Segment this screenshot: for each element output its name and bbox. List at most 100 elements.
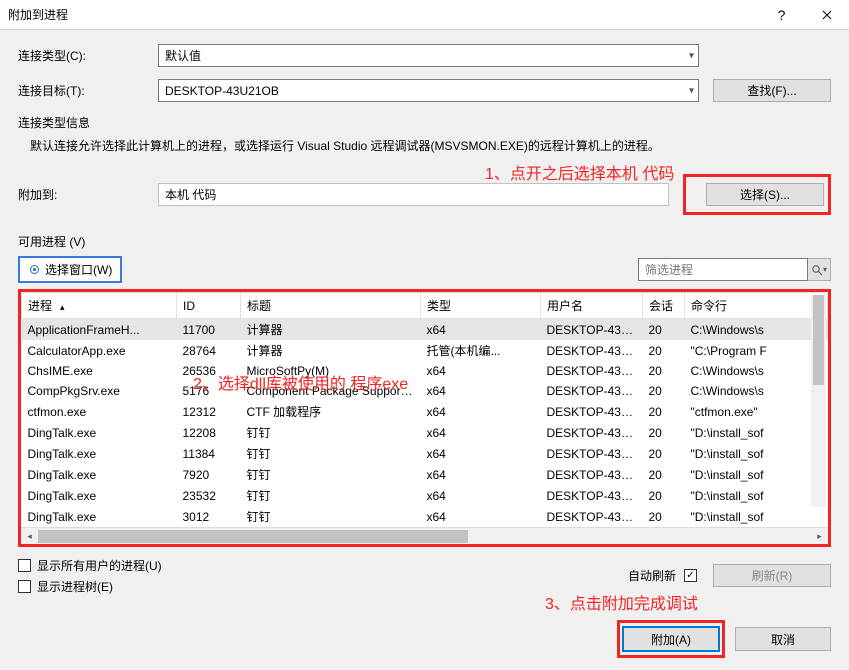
cell-user: DESKTOP-43U21O... [541, 443, 643, 464]
process-table-highlight: 进程▴ ID 标题 类型 用户名 会话 命令行 ApplicationFrame… [18, 289, 831, 547]
attach-to-label: 附加到: [18, 186, 158, 203]
table-row[interactable]: DingTalk.exe12208钉钉x64DESKTOP-43U21O...2… [22, 422, 828, 443]
col-type[interactable]: 类型 [421, 293, 541, 319]
find-button[interactable]: 查找(F)... [713, 79, 831, 102]
cell-type: x64 [421, 381, 541, 401]
table-row[interactable]: CompPkgSrv.exe5176Component Package Supp… [22, 381, 828, 401]
cell-cmd: C:\Windows\s [685, 361, 828, 381]
cell-process: DingTalk.exe [22, 485, 177, 506]
cell-id: 7920 [177, 464, 241, 485]
cell-process: CalculatorApp.exe [22, 340, 177, 361]
attach-to-field: 本机 代码 [158, 183, 669, 206]
col-cmdline[interactable]: 命令行 [685, 293, 828, 319]
table-row[interactable]: DingTalk.exe3012钉钉x64DESKTOP-43U21O...20… [22, 506, 828, 527]
search-button[interactable]: ▾ [808, 258, 831, 281]
horizontal-scrollbar[interactable]: ◂ ▸ [21, 527, 828, 544]
table-row[interactable]: DingTalk.exe23532钉钉x64DESKTOP-43U21O...2… [22, 485, 828, 506]
cell-type: x64 [421, 361, 541, 381]
cell-process: CompPkgSrv.exe [22, 381, 177, 401]
cell-process: DingTalk.exe [22, 443, 177, 464]
connection-target-label: 连接目标(T): [18, 82, 158, 99]
cell-type: 托管(本机编... [421, 340, 541, 361]
table-header-row[interactable]: 进程▴ ID 标题 类型 用户名 会话 命令行 [22, 293, 828, 319]
cell-id: 11700 [177, 319, 241, 341]
cell-cmd: "D:\install_sof [685, 506, 828, 527]
table-row[interactable]: CalculatorApp.exe28764计算器托管(本机编...DESKTO… [22, 340, 828, 361]
attach-button[interactable]: 附加(A) [623, 627, 719, 651]
refresh-button[interactable]: 刷新(R) [713, 564, 831, 587]
cell-cmd: "C:\Program F [685, 340, 828, 361]
cell-type: x64 [421, 464, 541, 485]
cell-cmd: "D:\install_sof [685, 485, 828, 506]
show-process-tree-checkbox[interactable] [18, 580, 31, 593]
cell-type: x64 [421, 443, 541, 464]
cell-user: DESKTOP-43U21O... [541, 319, 643, 341]
cell-process: ChsIME.exe [22, 361, 177, 381]
cell-user: DESKTOP-43U21O... [541, 422, 643, 443]
auto-refresh-checkbox[interactable]: ✓ [684, 569, 697, 582]
help-icon[interactable]: ? [759, 0, 804, 30]
cell-process: ApplicationFrameH... [22, 319, 177, 341]
cell-id: 5176 [177, 381, 241, 401]
cell-cmd: "ctfmon.exe" [685, 401, 828, 422]
cell-id: 3012 [177, 506, 241, 527]
cell-session: 20 [643, 401, 685, 422]
filter-input[interactable] [638, 258, 808, 281]
col-process[interactable]: 进程▴ [22, 293, 177, 319]
scroll-right-icon[interactable]: ▸ [811, 528, 828, 545]
cell-process: DingTalk.exe [22, 422, 177, 443]
cancel-button[interactable]: 取消 [735, 627, 831, 651]
cell-session: 20 [643, 422, 685, 443]
process-table[interactable]: 进程▴ ID 标题 类型 用户名 会话 命令行 ApplicationFrame… [21, 292, 828, 527]
table-row[interactable]: ctfmon.exe12312CTF 加载程序x64DESKTOP-43U21O… [22, 401, 828, 422]
cell-type: x64 [421, 401, 541, 422]
cell-title: 计算器 [241, 340, 421, 361]
connection-info-heading: 连接类型信息 [18, 114, 831, 131]
cell-process: DingTalk.exe [22, 464, 177, 485]
cell-session: 20 [643, 381, 685, 401]
cell-cmd: C:\Windows\s [685, 381, 828, 401]
show-process-tree-label: 显示进程树(E) [37, 578, 113, 595]
connection-target-value: DESKTOP-43U21OB [165, 84, 279, 98]
scroll-left-icon[interactable]: ◂ [21, 528, 38, 545]
col-session[interactable]: 会话 [643, 293, 685, 319]
cell-id: 11384 [177, 443, 241, 464]
table-row[interactable]: DingTalk.exe11384钉钉x64DESKTOP-43U21O...2… [22, 443, 828, 464]
col-user[interactable]: 用户名 [541, 293, 643, 319]
connection-target-select[interactable]: DESKTOP-43U21OB ▾ [158, 79, 699, 102]
connection-info-desc: 默认连接允许选择此计算机上的进程，或选择运行 Visual Studio 远程调… [30, 137, 831, 156]
close-icon[interactable] [804, 0, 849, 30]
cell-title: 计算器 [241, 319, 421, 341]
cell-title: Component Package Support Ser... [241, 381, 421, 401]
cell-user: DESKTOP-43U21O... [541, 485, 643, 506]
annotation-attach-highlight: 附加(A) [617, 620, 725, 658]
auto-refresh-label: 自动刷新 [628, 567, 676, 584]
col-id[interactable]: ID [177, 293, 241, 319]
cell-user: DESKTOP-43U21O... [541, 340, 643, 361]
cell-title: 钉钉 [241, 485, 421, 506]
cell-id: 26536 [177, 361, 241, 381]
col-title[interactable]: 标题 [241, 293, 421, 319]
show-all-users-checkbox[interactable] [18, 559, 31, 572]
select-window-button[interactable]: 选择窗口(W) [18, 256, 122, 283]
chevron-down-icon: ▾ [689, 50, 694, 61]
cell-cmd: "D:\install_sof [685, 443, 828, 464]
cell-type: x64 [421, 485, 541, 506]
table-row[interactable]: ApplicationFrameH...11700计算器x64DESKTOP-4… [22, 319, 828, 341]
table-row[interactable]: DingTalk.exe7920钉钉x64DESKTOP-43U21O...20… [22, 464, 828, 485]
vertical-scrollbar[interactable] [811, 295, 826, 507]
connection-type-select[interactable]: 默认值 ▾ [158, 44, 699, 67]
cell-title: CTF 加载程序 [241, 401, 421, 422]
cell-cmd: "D:\install_sof [685, 422, 828, 443]
cell-type: x64 [421, 422, 541, 443]
cell-process: ctfmon.exe [22, 401, 177, 422]
table-row[interactable]: ChsIME.exe26536MicroSoftPy(M)x64DESKTOP-… [22, 361, 828, 381]
cell-session: 20 [643, 361, 685, 381]
cell-title: 钉钉 [241, 506, 421, 527]
cell-id: 23532 [177, 485, 241, 506]
select-button[interactable]: 选择(S)... [706, 183, 824, 206]
connection-type-label: 连接类型(C): [18, 47, 158, 64]
chevron-down-icon: ▾ [689, 85, 694, 96]
cell-user: DESKTOP-43U21O... [541, 401, 643, 422]
cell-cmd: C:\Windows\s [685, 319, 828, 341]
